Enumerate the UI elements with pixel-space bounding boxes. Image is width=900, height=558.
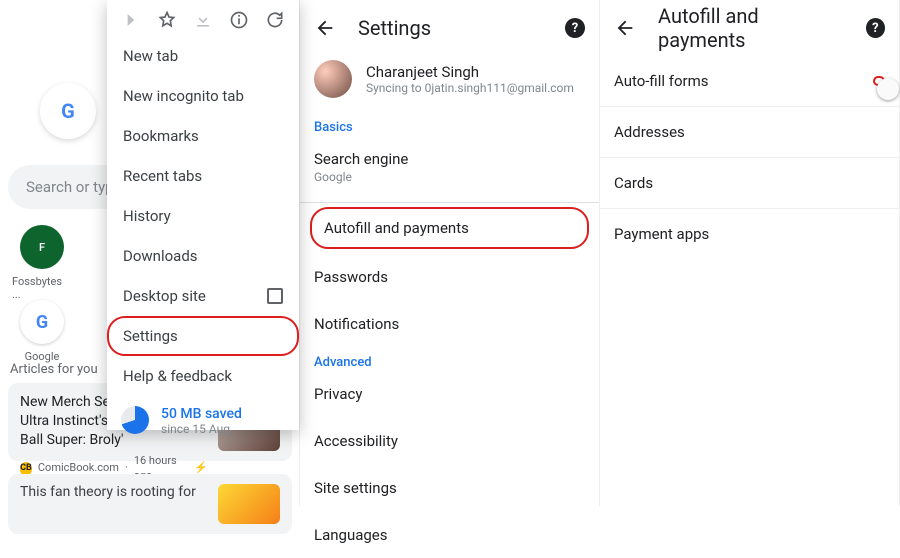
divider: [300, 202, 599, 203]
menu-label: Settings: [123, 327, 178, 345]
menu-history[interactable]: History: [107, 196, 299, 236]
menu-label: Desktop site: [123, 287, 206, 305]
setting-search-engine[interactable]: Search engine Google: [300, 135, 599, 198]
help-icon[interactable]: ?: [565, 18, 585, 38]
checkbox-unchecked-icon[interactable]: [267, 288, 283, 304]
setting-payment-apps[interactable]: Payment apps: [600, 209, 899, 259]
site-shortcut-chip: G: [20, 300, 64, 344]
menu-data-saver[interactable]: 50 MB saved since 15 Aug: [107, 396, 299, 446]
page-title: Autofill and payments: [658, 4, 844, 52]
pane-autofill-payments: Autofill and payments ? Auto-fill forms …: [600, 0, 900, 506]
menu-label: New incognito tab: [123, 87, 244, 105]
setting-autofill-forms[interactable]: Auto-fill forms: [600, 56, 899, 107]
setting-autofill-payments[interactable]: Autofill and payments: [310, 207, 589, 249]
menu-downloads[interactable]: Downloads: [107, 236, 299, 276]
toggle-knob-icon: [877, 78, 899, 100]
menu-desktop-site[interactable]: Desktop site: [107, 276, 299, 316]
setting-label: Cards: [614, 174, 653, 192]
menu-help-feedback[interactable]: Help & feedback: [107, 356, 299, 396]
forward-icon[interactable]: [121, 10, 141, 30]
data-saver-amount: 50 MB saved: [161, 406, 242, 422]
articles-for-you-label: Articles for you: [10, 362, 98, 377]
profile-sync-status: Syncing to 0jatin.singh111@gmail.com: [366, 81, 574, 95]
menu-new-incognito-tab[interactable]: New incognito tab: [107, 76, 299, 116]
menu-recent-tabs[interactable]: Recent tabs: [107, 156, 299, 196]
download-icon[interactable]: [193, 10, 213, 30]
menu-settings[interactable]: Settings: [107, 316, 299, 356]
setting-label: Auto-fill forms: [614, 72, 709, 90]
data-saver-icon: [121, 406, 149, 434]
overflow-menu: New tab New incognito tab Bookmarks Rece…: [107, 0, 299, 430]
setting-label: Payment apps: [614, 225, 709, 243]
setting-label: Site settings: [314, 479, 397, 497]
setting-languages[interactable]: Languages: [300, 511, 599, 558]
setting-label: Notifications: [314, 315, 399, 333]
setting-label: Accessibility: [314, 432, 398, 450]
setting-label: Passwords: [314, 268, 388, 286]
menu-label: Downloads: [123, 247, 198, 265]
refresh-icon[interactable]: [265, 10, 285, 30]
autofill-appbar: Autofill and payments ?: [600, 0, 899, 56]
menu-label: Bookmarks: [123, 127, 199, 145]
info-icon[interactable]: [229, 10, 249, 30]
star-icon[interactable]: [157, 10, 177, 30]
data-saver-text: 50 MB saved since 15 Aug: [161, 406, 242, 436]
site-shortcut-chip: F: [20, 225, 64, 269]
setting-subvalue: Google: [314, 170, 585, 184]
setting-addresses[interactable]: Addresses: [600, 107, 899, 158]
menu-bookmarks[interactable]: Bookmarks: [107, 116, 299, 156]
article-thumbnail: [218, 484, 280, 524]
setting-label: Search engine: [314, 150, 408, 168]
setting-privacy[interactable]: Privacy: [300, 370, 599, 417]
site-shortcut-google[interactable]: G Google: [12, 300, 72, 363]
pane-home: G Search or type w F Fossbytes ... Face …: [0, 0, 300, 506]
back-icon[interactable]: [614, 17, 636, 39]
setting-accessibility[interactable]: Accessibility: [300, 417, 599, 464]
setting-label: Addresses: [614, 123, 685, 141]
setting-site-settings[interactable]: Site settings: [300, 464, 599, 511]
menu-label: Help & feedback: [123, 367, 232, 385]
article-card-2[interactable]: This fan theory is rooting for: [8, 474, 292, 534]
setting-notifications[interactable]: Notifications: [300, 300, 599, 347]
site-shortcut-fossbytes[interactable]: F Fossbytes ...: [12, 225, 72, 301]
google-logo-large: G: [40, 83, 96, 139]
autofill-list: Auto-fill forms Addresses Cards Payment …: [600, 56, 899, 259]
data-saver-since: since 15 Aug: [161, 422, 242, 436]
setting-passwords[interactable]: Passwords: [300, 253, 599, 300]
menu-label: New tab: [123, 47, 178, 65]
setting-label: Autofill and payments: [324, 219, 469, 237]
settings-profile[interactable]: Charanjeet Singh Syncing to 0jatin.singh…: [300, 56, 599, 112]
profile-name: Charanjeet Singh: [366, 63, 574, 81]
avatar: [314, 60, 352, 98]
section-advanced-label: Advanced: [300, 347, 599, 370]
section-basics-label: Basics: [300, 112, 599, 135]
menu-label: History: [123, 207, 171, 225]
page-title: Settings: [358, 16, 431, 40]
back-icon[interactable]: [314, 17, 336, 39]
menu-new-tab[interactable]: New tab: [107, 36, 299, 76]
setting-cards[interactable]: Cards: [600, 158, 899, 209]
menu-label: Recent tabs: [123, 167, 202, 185]
setting-label: Languages: [314, 526, 388, 544]
article-line: This fan theory is rooting for: [20, 484, 208, 524]
settings-appbar: Settings ?: [300, 0, 599, 56]
setting-label: Privacy: [314, 385, 362, 403]
toggle-highlight: [873, 76, 885, 86]
profile-text: Charanjeet Singh Syncing to 0jatin.singh…: [366, 63, 574, 95]
site-shortcut-label: Fossbytes ...: [12, 275, 72, 301]
pane-settings: Settings ? Charanjeet Singh Syncing to 0…: [300, 0, 600, 506]
overflow-menu-toolbar: [107, 0, 299, 36]
help-icon[interactable]: ?: [866, 18, 885, 38]
